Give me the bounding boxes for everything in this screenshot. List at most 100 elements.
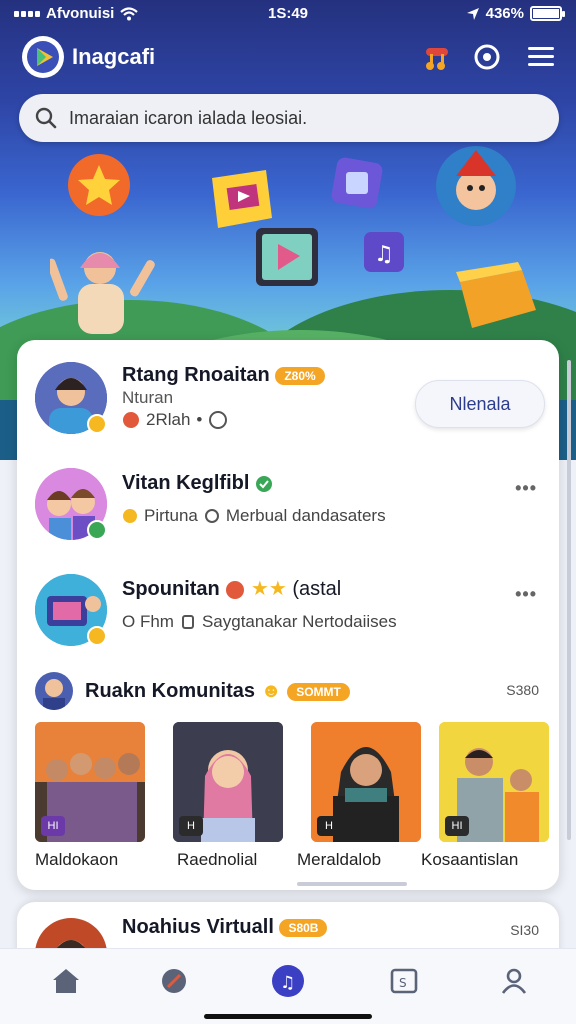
status-badge: S80B xyxy=(279,918,328,937)
nav-chat[interactable]: S xyxy=(384,961,424,1001)
scrollbar[interactable] xyxy=(567,360,571,840)
more-options-button[interactable]: ••• xyxy=(515,478,537,499)
thumbnail-label: Meraldalob xyxy=(297,850,382,869)
profile-icon xyxy=(501,968,527,994)
meta-label: Pirtuna xyxy=(144,506,198,525)
thumb-tag: HI xyxy=(41,816,65,836)
settings-button[interactable] xyxy=(470,40,504,74)
community-count: S380 xyxy=(506,682,539,698)
verified-icon xyxy=(255,475,272,492)
meta-dot: • xyxy=(196,410,203,429)
row-subtitle: Nturan xyxy=(122,388,174,407)
headset-icon xyxy=(209,411,228,429)
row-title-text: Vitan Keglfibl xyxy=(122,472,250,494)
app-bar: Inagcafi xyxy=(0,34,576,80)
search-bar[interactable] xyxy=(19,94,559,142)
row-tag: (astal xyxy=(292,578,342,600)
row-meta: 2Rlah • xyxy=(122,410,228,430)
thumbnail-label: Kosaantislan xyxy=(421,850,519,869)
svg-text:♫: ♫ xyxy=(374,242,394,267)
star-bubble-icon xyxy=(68,154,130,216)
community-thumbnails: HI H H HI xyxy=(35,722,555,842)
svg-text:♫: ♫ xyxy=(280,973,295,993)
home-indicator[interactable] xyxy=(204,1014,372,1019)
waving-person-illustration xyxy=(50,252,155,334)
battery-percent: 436% xyxy=(485,5,524,22)
status-right: 436% xyxy=(466,5,565,22)
join-button[interactable]: Nlenala xyxy=(415,380,545,428)
fire-icon xyxy=(123,412,139,428)
row-title: Rtang Rnoaitan Z80% xyxy=(122,364,325,387)
nav-music[interactable]: ♫ xyxy=(268,961,308,1001)
thumbnail-label: Maldokaon xyxy=(35,850,119,869)
gold-badge-icon xyxy=(87,626,107,646)
thumb-tag: HI xyxy=(445,816,469,836)
svg-text:S: S xyxy=(399,976,407,990)
thumbnail[interactable]: H xyxy=(311,722,421,842)
thumbnail[interactable]: HI xyxy=(439,722,549,842)
meta-description: Saygtanakar Nertodaiises xyxy=(201,612,397,631)
thumbnail[interactable]: H xyxy=(173,722,283,842)
music-note-button[interactable] xyxy=(420,40,454,74)
tag-icon xyxy=(204,509,219,523)
row-meta: Pirtuna Merbual dandasaters xyxy=(122,506,386,526)
row-title: Noahius Virtuall S80B xyxy=(122,916,328,939)
list-item[interactable]: Rtang Rnoaitan Z80% Nturan 2Rlah • Nlena… xyxy=(17,358,559,458)
heart-badge-icon xyxy=(226,580,245,599)
app-logo[interactable] xyxy=(22,36,64,78)
row-title-text: Noahius Virtuall xyxy=(122,916,274,938)
thumbnail-label: Raednolial xyxy=(177,850,258,869)
nav-home[interactable] xyxy=(46,961,86,1001)
play-screen-icon xyxy=(256,228,318,286)
more-options-button[interactable]: ••• xyxy=(515,584,537,605)
row-title-text: Rtang Rnoaitan xyxy=(122,364,270,386)
search-input[interactable] xyxy=(69,107,529,129)
nav-profile[interactable] xyxy=(494,961,534,1001)
community-avatar xyxy=(35,672,73,710)
menu-icon xyxy=(528,47,554,66)
app-title: Inagcafi xyxy=(72,44,156,69)
music-note-icon xyxy=(426,48,448,70)
explore-icon xyxy=(162,969,186,993)
gift-box-icon xyxy=(456,262,536,328)
thumb-tag: H xyxy=(317,816,341,836)
list-item[interactable]: Vitan Keglfibl Pirtuna Merbual dandasate… xyxy=(17,464,559,564)
emoji-icon: ☻ xyxy=(260,680,282,702)
chat-icon: S xyxy=(390,968,418,994)
online-badge-icon xyxy=(87,520,107,540)
bottom-nav: ♫ S xyxy=(0,948,576,1024)
scroll-handle[interactable] xyxy=(297,882,407,886)
feed-card: Rtang Rnoaitan Z80% Nturan 2Rlah • Nlena… xyxy=(17,340,559,890)
thumbnail[interactable]: HI xyxy=(35,722,145,842)
search-icon xyxy=(35,107,57,129)
row-title: Vitan Keglfibl xyxy=(122,472,273,495)
status-badge: Z80% xyxy=(275,366,325,385)
row-title-text: Spounitan xyxy=(122,578,220,600)
sun-icon xyxy=(123,509,137,523)
meta-count: 2Rlah xyxy=(146,410,191,429)
settings-icon xyxy=(474,44,500,70)
community-header: Ruakn Komunitas ☻ SOMMT S380 xyxy=(17,670,559,714)
community-title: Ruakn Komunitas ☻ SOMMT xyxy=(85,680,350,703)
rating-stars-icon: ★★ xyxy=(250,578,287,600)
nav-explore[interactable] xyxy=(154,961,194,1001)
thumb-tag: H xyxy=(179,816,203,836)
row-meta: O Fhm Saygtanakar Nertodaiises xyxy=(122,612,397,632)
game-tile-icon xyxy=(331,157,383,209)
location-arrow-icon xyxy=(466,7,479,20)
character-icon xyxy=(436,146,516,226)
status-bar: Afvonuisi 1S:49 436% xyxy=(0,0,576,28)
list-item[interactable]: Spounitan ★★ (astal O Fhm Saygtanakar Ne… xyxy=(17,570,559,670)
music-icon: ♫ xyxy=(272,965,304,997)
tag-icon xyxy=(181,615,194,629)
row-count: SI30 xyxy=(510,922,539,938)
play-logo-icon xyxy=(27,41,59,73)
music-tile-icon: ♫ xyxy=(364,232,404,272)
battery-icon xyxy=(530,6,565,21)
menu-button[interactable] xyxy=(524,40,558,74)
meta-label: O Fhm xyxy=(122,612,174,631)
community-title-text: Ruakn Komunitas xyxy=(85,680,256,702)
community-badge: SOMMT xyxy=(287,682,350,701)
verified-badge-icon xyxy=(87,414,107,434)
meta-description: Merbual dandasaters xyxy=(225,506,386,525)
